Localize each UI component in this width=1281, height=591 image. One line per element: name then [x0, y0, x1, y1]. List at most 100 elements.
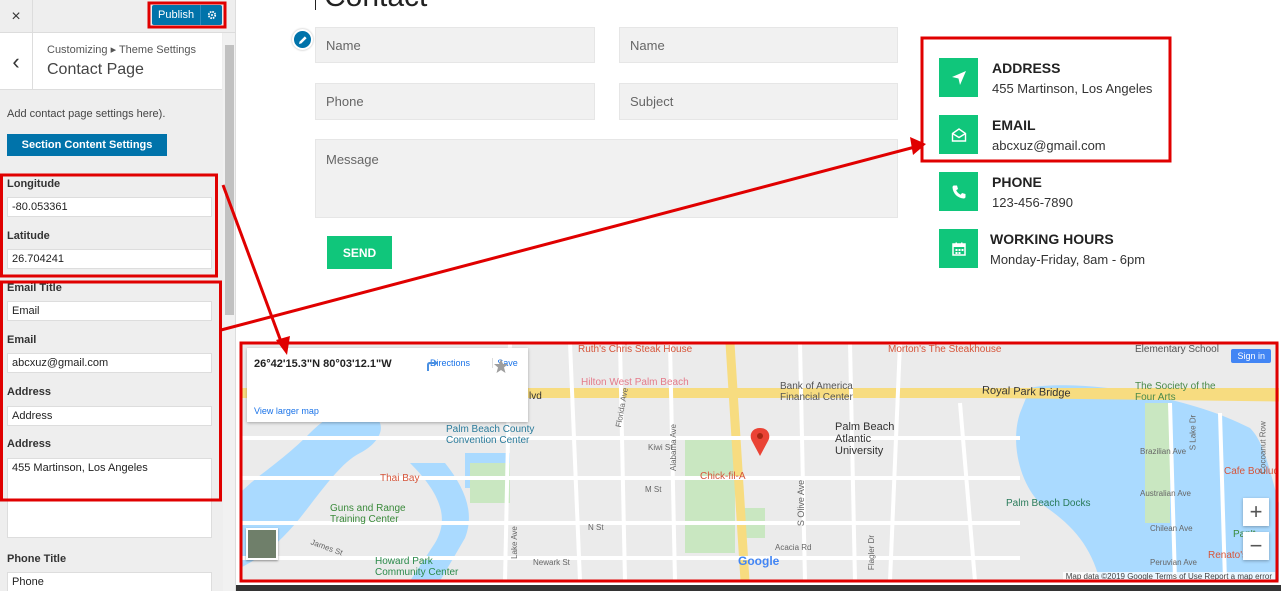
google-map[interactable]: Ruth's Chris Steak House Hilton West Pal… [240, 343, 1279, 581]
phone-title-input[interactable]: Phone [7, 572, 212, 591]
road-chilean-ave: Chilean Ave [1150, 524, 1193, 533]
publish-group: Publish [152, 5, 223, 25]
phone-title-label: Phone Title [7, 553, 67, 565]
info-address: ADDRESS 455 Martinson, Los Angeles [939, 58, 1179, 98]
pencil-icon [298, 35, 307, 44]
customizer-header-bar: × Publish [0, 0, 235, 33]
poi-four-arts[interactable]: The Society of the Four Arts [1135, 381, 1230, 403]
poi-cafe-boulud[interactable]: Cafe Boulud [1224, 466, 1279, 477]
scrollbar-thumb[interactable] [225, 45, 234, 315]
info-email-value: abcxuz@gmail.com [992, 138, 1106, 153]
save-place-button[interactable]: Save [492, 358, 522, 373]
latitude-input[interactable]: 26.704241 [7, 249, 212, 269]
info-email-icon-box [939, 115, 978, 154]
info-phone-icon-box [939, 172, 978, 211]
road-lake-ave: Lake Ave [509, 526, 519, 559]
info-hours: WORKING HOURS Monday-Friday, 8am - 6pm [939, 229, 1179, 269]
section-description: Add contact page settings here). [7, 108, 166, 120]
info-address-value: 455 Martinson, Los Angeles [992, 81, 1153, 96]
map-coordinates: 26°42'15.3"N 80°03'12.1"W [254, 358, 392, 370]
info-phone-title: PHONE [992, 174, 1042, 190]
longitude-input[interactable]: -80.053361 [7, 197, 212, 217]
message-field[interactable]: Message [315, 139, 898, 218]
poi-elementary-school[interactable]: Elementary School [1135, 344, 1219, 355]
address-title-label: Address [7, 386, 52, 398]
page-heading: Contact [315, 0, 427, 12]
name-field-1[interactable]: Name [315, 27, 595, 63]
poi-hilton[interactable]: Hilton West Palm Beach [581, 377, 689, 388]
poi-howard-park[interactable]: Howard Park Community Center [375, 556, 475, 578]
back-button[interactable]: ‹ [0, 33, 33, 90]
info-address-title: ADDRESS [992, 60, 1061, 76]
location-arrow-icon [951, 70, 966, 85]
section-content-settings-button[interactable]: Section Content Settings [7, 134, 167, 156]
close-button[interactable]: × [0, 0, 33, 33]
road-acacia-rd: Acacia Rd [775, 543, 812, 552]
info-hours-title: WORKING HOURS [990, 231, 1114, 247]
poi-mortons[interactable]: Morton's The Steakhouse [888, 344, 1001, 355]
address-textarea[interactable]: 455 Martinson, Los Angeles [7, 458, 212, 538]
road-cocoanut-row: Cocoanut Row [1258, 421, 1268, 474]
google-logo: Google [738, 554, 779, 568]
satellite-toggle[interactable] [246, 528, 278, 560]
longitude-label: Longitude [7, 178, 61, 190]
sign-in-button[interactable]: Sign in [1231, 349, 1271, 363]
zoom-out-button[interactable]: − [1243, 532, 1269, 560]
poi-renatos[interactable]: Renato's [1208, 550, 1247, 561]
road-newark-st: Newark St [533, 558, 570, 567]
zoom-in-button[interactable]: + [1243, 498, 1269, 526]
info-phone-value: 123-456-7890 [992, 195, 1073, 210]
send-button[interactable]: SEND [327, 236, 392, 269]
section-header: ‹ Customizing ▸ Theme Settings Contact P… [0, 33, 222, 90]
email-input[interactable]: abcxuz@gmail.com [7, 353, 212, 373]
road-s-olive-ave: S Olive Ave [796, 479, 807, 527]
breadcrumb: Customizing ▸ Theme Settings [47, 44, 196, 56]
minus-icon: − [1249, 533, 1263, 558]
email-title-label: Email Title [7, 282, 62, 294]
directions-icon [427, 359, 438, 371]
star-icon [494, 359, 508, 373]
map-attribution[interactable]: Map data ©2019 Google Terms of Use Repor… [1062, 572, 1275, 581]
road-brazilian-ave: Brazilian Ave [1140, 447, 1187, 456]
poi-guns-and-range[interactable]: Guns and Range Training Center [330, 503, 420, 525]
poi-palm-beach-docks[interactable]: Palm Beach Docks [1006, 498, 1090, 509]
google-logo-text: Google [738, 554, 780, 568]
gear-icon [207, 10, 216, 20]
info-phone: PHONE 123-456-7890 [939, 172, 1179, 212]
view-larger-map-link[interactable]: View larger map [254, 406, 319, 416]
phone-field[interactable]: Phone [315, 83, 595, 120]
subject-field[interactable]: Subject [619, 83, 898, 120]
poi-bank-of-america[interactable]: Bank of America Financial Center [780, 381, 870, 403]
map-info-card: 26°42'15.3"N 80°03'12.1"W Directions Sav… [247, 348, 528, 422]
email-label: Email [7, 334, 37, 346]
customizer-sidebar: × Publish ‹ Customizing ▸ Theme Settings… [0, 0, 236, 591]
address-title-input[interactable]: Address [7, 406, 212, 426]
publish-button[interactable]: Publish [152, 5, 201, 25]
road-blvd: lvd [529, 391, 542, 402]
poi-chick-fil-a[interactable]: Chick-fil-A [700, 471, 746, 482]
name-field-2[interactable]: Name [619, 27, 898, 63]
edit-shortcut-button[interactable] [292, 29, 313, 50]
poi-convention-center[interactable]: Palm Beach County Convention Center [446, 424, 556, 446]
road-australian-ave: Australian Ave [1140, 489, 1191, 498]
preview-bottom-bar [236, 585, 1281, 591]
road-peruvian-ave: Peruvian Ave [1150, 558, 1197, 567]
sidebar-scrollbar[interactable] [223, 33, 235, 591]
section-title: Contact Page [47, 61, 144, 78]
poi-palm-beach-atlantic[interactable]: Palm Beach Atlantic University [835, 421, 915, 457]
road-n-st: N St [588, 523, 604, 532]
directions-button[interactable]: Directions [425, 358, 475, 371]
publish-settings-button[interactable] [200, 5, 223, 25]
road-s-lake-dr: S Lake Dr [1188, 414, 1198, 451]
poi-thai-bay[interactable]: Thai Bay [380, 473, 419, 484]
envelope-open-icon [951, 127, 966, 142]
info-address-icon-box [939, 58, 978, 97]
address-label: Address [7, 438, 52, 450]
chevron-left-icon: ‹ [12, 48, 20, 74]
info-email: EMAIL abcxuz@gmail.com [939, 115, 1179, 155]
calendar-icon [951, 242, 966, 256]
phone-icon [952, 185, 965, 198]
plus-icon: + [1249, 499, 1263, 524]
email-title-input[interactable]: Email [7, 301, 212, 321]
poi-ruths[interactable]: Ruth's Chris Steak House [578, 344, 692, 355]
